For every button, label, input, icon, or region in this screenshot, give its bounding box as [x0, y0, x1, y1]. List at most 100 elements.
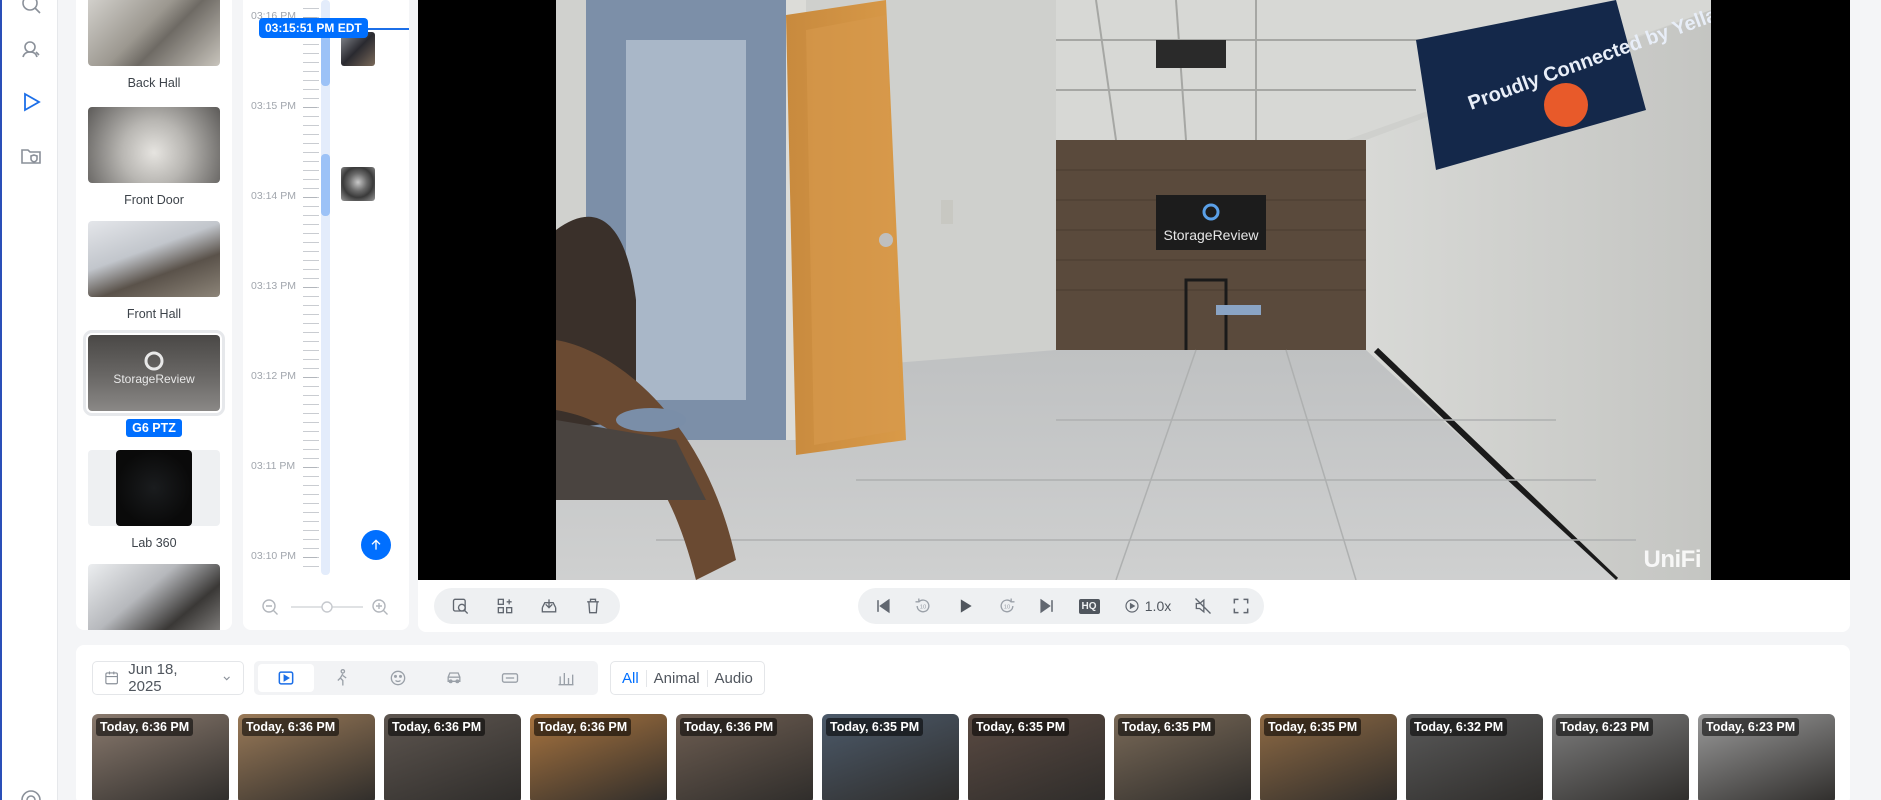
event-card[interactable]: Today, 6:36 PM [676, 714, 813, 800]
license-plate-icon [501, 673, 519, 683]
unifi-watermark: UniFi [1643, 546, 1702, 573]
face-filter-button[interactable] [370, 664, 426, 692]
camera-name: Lab 360 [131, 536, 177, 550]
tools-group [434, 588, 620, 624]
event-time: Today, 6:35 PM [972, 718, 1070, 736]
zoom-slider-handle[interactable] [321, 601, 333, 613]
event-card[interactable]: Today, 6:36 PM [530, 714, 667, 800]
motion-filter-button[interactable] [258, 664, 314, 692]
face-icon [390, 670, 406, 686]
play-button[interactable] [946, 590, 984, 622]
timeline-time-label: 03:14 PM [251, 190, 296, 202]
event-card[interactable]: Today, 6:35 PM [1114, 714, 1251, 800]
chevron-down-icon [223, 676, 230, 681]
event-thumbnails: Today, 6:36 PM Today, 6:36 PM Today, 6:3… [92, 714, 1852, 800]
svg-text:StorageReview: StorageReview [113, 372, 195, 386]
timeline-zoom-control [261, 597, 391, 617]
rewind-10-icon: 10 [915, 598, 930, 613]
video-frame: StorageReview Proudly Connected by Yella… [556, 0, 1711, 580]
mute-button[interactable] [1186, 590, 1220, 622]
event-card[interactable]: Today, 6:36 PM [384, 714, 521, 800]
forward-10-icon: 10 [1000, 598, 1015, 613]
add-to-view-button[interactable] [486, 590, 524, 622]
forward-10-button[interactable]: 10 [990, 590, 1024, 622]
face-scan-icon[interactable] [17, 35, 45, 63]
timeline-time-label: 03:10 PM [251, 550, 296, 562]
car-icon [447, 672, 461, 684]
zoom-in-icon[interactable] [372, 599, 388, 615]
vehicle-filter-button[interactable] [426, 664, 482, 692]
event-card[interactable]: Today, 6:35 PM [1260, 714, 1397, 800]
folder-shield-icon[interactable] [17, 142, 45, 170]
speed-icon [1125, 599, 1139, 613]
skip-next-icon [1040, 598, 1053, 614]
timeline-scrubber[interactable]: 03:16 PM 03:15 PM 03:14 PM 03:13 PM 03:1… [243, 0, 409, 630]
filter-all[interactable]: All [615, 669, 647, 687]
event-time: Today, 6:36 PM [680, 718, 778, 736]
person-walking-icon [337, 669, 347, 686]
event-time: Today, 6:36 PM [534, 718, 632, 736]
filter-audio[interactable]: Audio [708, 670, 760, 687]
previous-clip-button[interactable] [866, 590, 900, 622]
event-card[interactable]: Today, 6:32 PM [1406, 714, 1543, 800]
camera-item-front-door[interactable]: Front Door [76, 107, 232, 209]
camera-thumbnail [88, 450, 220, 526]
fullscreen-icon [1233, 598, 1249, 614]
events-panel: Jun 18, 2025 All Animal Audio Today, 6:3… [76, 645, 1850, 800]
playback-speed-button[interactable]: 1.0x [1114, 590, 1180, 622]
smart-search-button[interactable] [442, 590, 480, 622]
date-picker[interactable]: Jun 18, 2025 [92, 661, 244, 695]
category-filter: All Animal Audio [610, 661, 765, 695]
transport-group: 10 10 HQ 1.0x [858, 588, 1264, 624]
video-player[interactable]: StorageReview Proudly Connected by Yella… [418, 0, 1850, 580]
event-time: Today, 6:36 PM [242, 718, 340, 736]
camera-item-next[interactable] [76, 564, 232, 630]
event-time: Today, 6:36 PM [388, 718, 486, 736]
camera-item-back-hall[interactable]: Back Hall [76, 0, 232, 92]
timeline-time-label: 03:13 PM [251, 280, 296, 292]
delete-button[interactable] [574, 590, 612, 622]
scroll-to-live-button[interactable] [361, 530, 391, 560]
event-card[interactable]: Today, 6:35 PM [822, 714, 959, 800]
hq-badge: HQ [1078, 598, 1100, 614]
event-card[interactable]: Today, 6:36 PM [238, 714, 375, 800]
fisheye-view [116, 450, 192, 526]
camera-item-g6-ptz[interactable]: StorageReview G6 PTZ [76, 330, 232, 437]
play-icon [960, 599, 972, 613]
rewind-10-button[interactable]: 10 [906, 590, 940, 622]
export-button[interactable] [530, 590, 568, 622]
person-filter-button[interactable] [314, 664, 370, 692]
event-card[interactable]: Today, 6:23 PM [1698, 714, 1835, 800]
volume-muted-icon [1195, 598, 1211, 614]
storagereview-logo-icon: StorageReview [113, 351, 195, 386]
bar-chart-icon [558, 673, 574, 686]
audio-level-filter-button[interactable] [538, 664, 594, 692]
event-time: Today, 6:32 PM [1410, 718, 1508, 736]
play-icon[interactable] [17, 88, 45, 116]
event-time: Today, 6:23 PM [1702, 718, 1800, 736]
event-type-filter [254, 661, 598, 695]
event-card[interactable]: Today, 6:23 PM [1552, 714, 1689, 800]
settings-icon[interactable] [17, 786, 45, 800]
grid-add-icon [497, 598, 513, 614]
event-time: Today, 6:35 PM [826, 718, 924, 736]
camera-list: Back Hall Front Door Front Hall StorageR… [76, 0, 232, 630]
search-frame-icon [452, 598, 469, 614]
next-clip-button[interactable] [1030, 590, 1064, 622]
filter-animal[interactable]: Animal [647, 669, 708, 687]
license-plate-filter-button[interactable] [482, 664, 538, 692]
camera-item-front-hall[interactable]: Front Hall [76, 221, 232, 323]
svg-text:10: 10 [920, 605, 927, 611]
quality-toggle[interactable]: HQ [1070, 590, 1108, 622]
wall-logo-text: StorageReview [1164, 227, 1260, 243]
zoom-out-icon[interactable] [262, 599, 278, 615]
camera-item-lab-360[interactable]: Lab 360 [76, 450, 232, 552]
recording-segment[interactable] [321, 154, 330, 216]
event-face-thumbnail[interactable] [341, 167, 375, 201]
event-card[interactable]: Today, 6:36 PM [92, 714, 229, 800]
event-card[interactable]: Today, 6:35 PM [968, 714, 1105, 800]
search-camera-icon[interactable] [17, 0, 45, 18]
timeline-track[interactable] [321, 0, 330, 575]
fullscreen-button[interactable] [1226, 590, 1256, 622]
timeline-time-label: 03:15 PM [251, 100, 296, 112]
